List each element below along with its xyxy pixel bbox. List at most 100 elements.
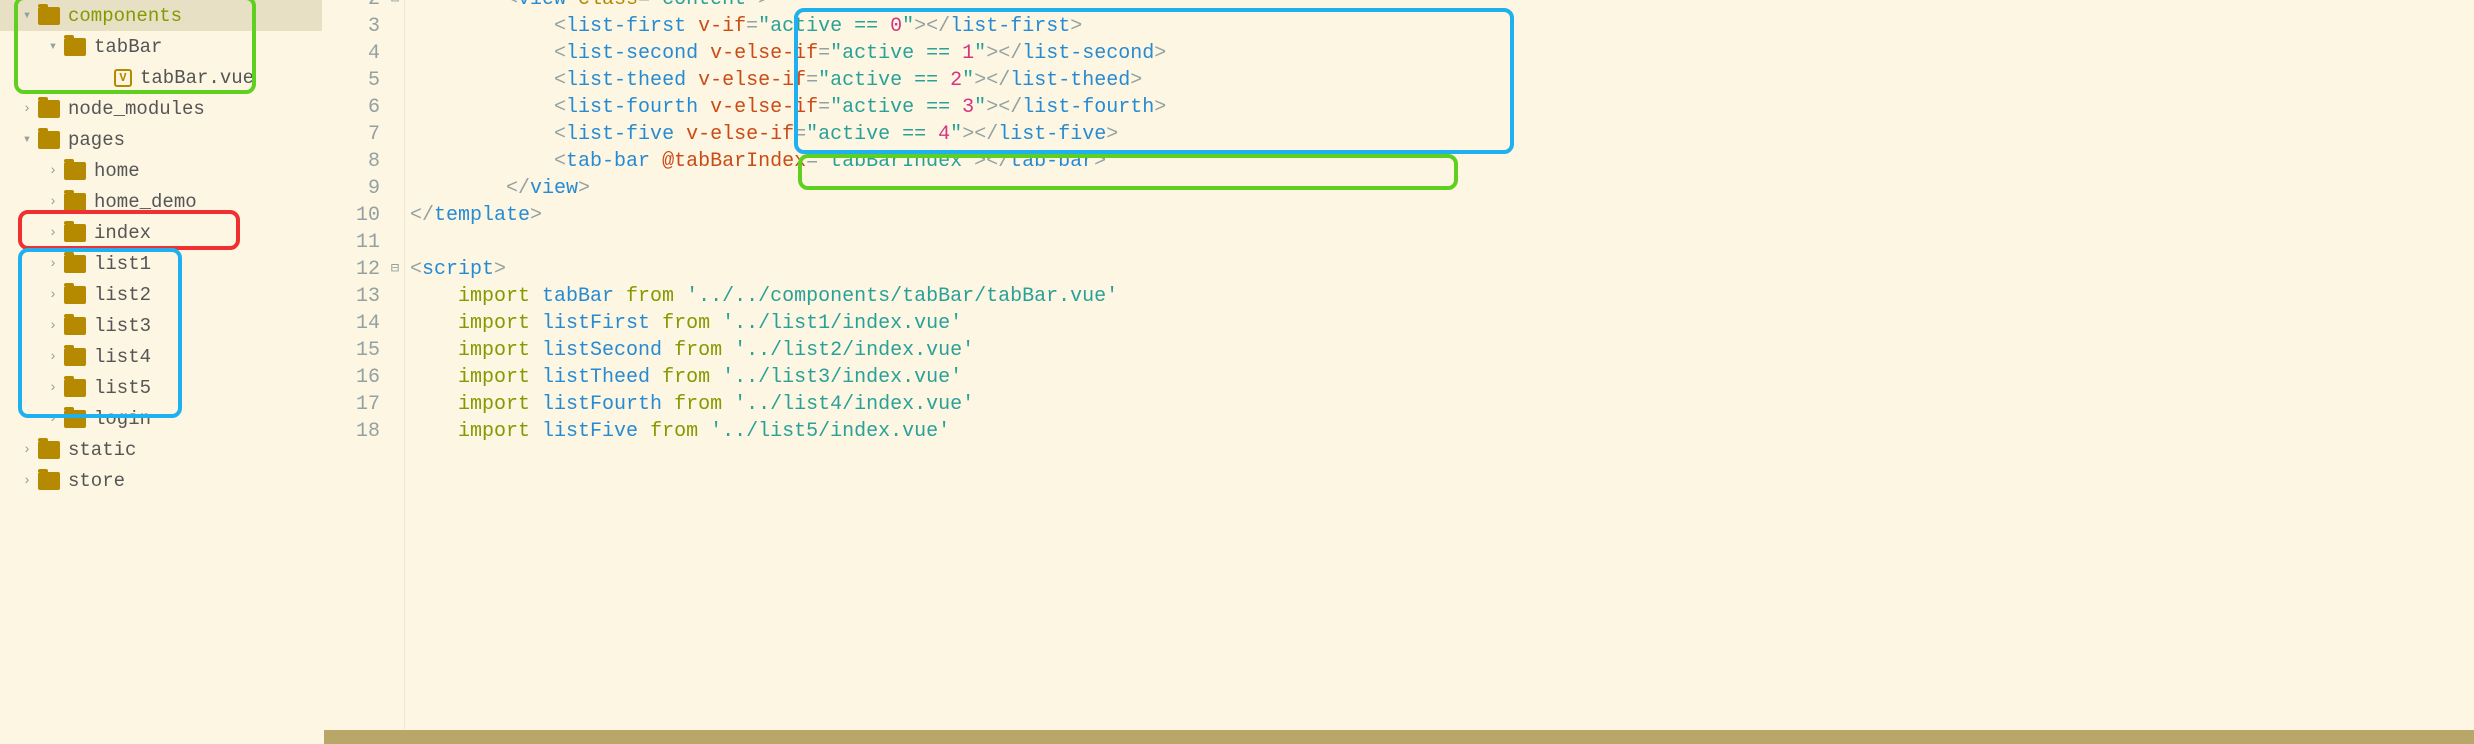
line-numbers: 23456789101112131415161718: [322, 0, 386, 445]
chevron-icon[interactable]: ▾: [46, 38, 60, 55]
line-number: 7: [322, 121, 380, 148]
chevron-icon[interactable]: ›: [46, 380, 60, 396]
line-number: 13: [322, 283, 380, 310]
chevron-icon[interactable]: ›: [46, 225, 60, 241]
line-number: 8: [322, 148, 380, 175]
folder-icon: [38, 472, 60, 490]
folder-icon: [64, 379, 86, 397]
tree-item-label: components: [68, 5, 182, 27]
chevron-icon[interactable]: ›: [46, 194, 60, 210]
tree-item-label: store: [68, 470, 125, 492]
tree-item-label: home_demo: [94, 191, 197, 213]
line-number: 6: [322, 94, 380, 121]
fold-marker[interactable]: [386, 337, 404, 364]
tree-item-login[interactable]: › login: [0, 403, 322, 434]
fold-marker[interactable]: [386, 121, 404, 148]
fold-marker[interactable]: [386, 40, 404, 67]
tree-item-label: home: [94, 160, 140, 182]
gutter-divider: [404, 0, 405, 744]
horizontal-scrollbar[interactable]: [324, 730, 2474, 744]
tree-item-list5[interactable]: ›list5: [0, 372, 322, 403]
fold-marker[interactable]: [386, 418, 404, 445]
code-line[interactable]: <tab-bar @tabBarIndex='tabBarIndex'></ta…: [410, 148, 2474, 175]
code-line[interactable]: import listTheed from '../list3/index.vu…: [410, 364, 2474, 391]
tree-item-home_demo[interactable]: › home_demo: [0, 186, 322, 217]
tree-item-pages[interactable]: ▾pages: [0, 124, 322, 155]
code-line[interactable]: import listFourth from '../list4/index.v…: [410, 391, 2474, 418]
code-line[interactable]: import listSecond from '../list2/index.v…: [410, 337, 2474, 364]
code-editor[interactable]: 23456789101112131415161718 ⊟⊟ <view clas…: [322, 0, 2474, 744]
line-number: 12: [322, 256, 380, 283]
code-line[interactable]: import tabBar from '../../components/tab…: [410, 283, 2474, 310]
chevron-icon[interactable]: ▾: [20, 7, 34, 24]
code-line[interactable]: <view class="content">: [410, 0, 2474, 13]
fold-marker[interactable]: [386, 310, 404, 337]
folder-icon: [38, 7, 60, 25]
tree-item-label: tabBar.vue: [140, 67, 254, 89]
chevron-icon[interactable]: ›: [20, 473, 34, 489]
tree-item-home[interactable]: › home: [0, 155, 322, 186]
fold-marker[interactable]: [386, 13, 404, 40]
fold-marker[interactable]: ⊟: [386, 256, 404, 283]
folder-icon: [64, 224, 86, 242]
fold-marker[interactable]: [386, 175, 404, 202]
tree-item-tabBar[interactable]: ▾tabBar: [0, 31, 322, 62]
tree-item-list2[interactable]: › list2: [0, 279, 322, 310]
fold-column: ⊟⊟: [386, 0, 404, 445]
folder-icon: [64, 162, 86, 180]
fold-marker[interactable]: [386, 94, 404, 121]
chevron-icon[interactable]: ›: [20, 101, 34, 117]
chevron-icon[interactable]: ▾: [20, 131, 34, 148]
fold-marker[interactable]: [386, 391, 404, 418]
chevron-icon[interactable]: ›: [20, 442, 34, 458]
folder-icon: [38, 100, 60, 118]
code-line[interactable]: <list-five v-else-if="active == 4"></lis…: [410, 121, 2474, 148]
fold-marker[interactable]: [386, 148, 404, 175]
chevron-icon[interactable]: ›: [46, 349, 60, 365]
tree-item-store[interactable]: › store: [0, 465, 322, 496]
code-line[interactable]: <list-first v-if="active == 0"></list-fi…: [410, 13, 2474, 40]
tree-item-list1[interactable]: › list1: [0, 248, 322, 279]
tree-item-list4[interactable]: ›list4: [0, 341, 322, 372]
fold-marker[interactable]: [386, 283, 404, 310]
chevron-icon[interactable]: ›: [46, 287, 60, 303]
folder-icon: [64, 348, 86, 366]
tree-item-tabBar-vue[interactable]: VtabBar.vue: [0, 62, 322, 93]
vue-file-icon: V: [114, 69, 132, 87]
tree-item-components[interactable]: ▾ components: [0, 0, 322, 31]
line-number: 18: [322, 418, 380, 445]
tree-item-label: list2: [94, 284, 151, 306]
code-line[interactable]: import listFirst from '../list1/index.vu…: [410, 310, 2474, 337]
code-line[interactable]: import listFive from '../list5/index.vue…: [410, 418, 2474, 445]
fold-marker[interactable]: ⊟: [386, 0, 404, 13]
fold-marker[interactable]: [386, 229, 404, 256]
fold-marker[interactable]: [386, 202, 404, 229]
folder-icon: [38, 131, 60, 149]
line-number: 2: [322, 0, 380, 13]
line-number: 3: [322, 13, 380, 40]
code-line[interactable]: </view>: [410, 175, 2474, 202]
code-line[interactable]: <list-second v-else-if="active == 1"></l…: [410, 40, 2474, 67]
code-line[interactable]: [410, 229, 2474, 256]
chevron-icon[interactable]: ›: [46, 163, 60, 179]
tree-item-node_modules[interactable]: ›node_modules: [0, 93, 322, 124]
tree-item-list3[interactable]: ›list3: [0, 310, 322, 341]
tree-item-label: static: [68, 439, 136, 461]
code-line[interactable]: </template>: [410, 202, 2474, 229]
chevron-icon[interactable]: ›: [46, 256, 60, 272]
tree-item-label: login: [94, 408, 151, 430]
chevron-icon[interactable]: ›: [46, 411, 60, 427]
code-line[interactable]: <script>: [410, 256, 2474, 283]
line-number: 14: [322, 310, 380, 337]
file-tree-sidebar: ▾components▾tabBarVtabBar.vue›node_modul…: [0, 0, 322, 744]
tree-item-index[interactable]: ›index: [0, 217, 322, 248]
code-line[interactable]: <list-theed v-else-if="active == 2"></li…: [410, 67, 2474, 94]
fold-marker[interactable]: [386, 364, 404, 391]
fold-marker[interactable]: [386, 67, 404, 94]
chevron-icon[interactable]: ›: [46, 318, 60, 334]
tree-item-static[interactable]: › static: [0, 434, 322, 465]
line-number: 4: [322, 40, 380, 67]
code-line[interactable]: <list-fourth v-else-if="active == 3"></l…: [410, 94, 2474, 121]
tree-item-label: list1: [94, 253, 151, 275]
code-content[interactable]: <view class="content"> <list-first v-if=…: [410, 0, 2474, 445]
